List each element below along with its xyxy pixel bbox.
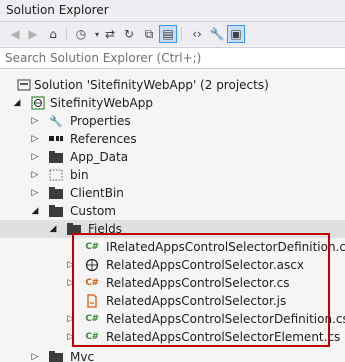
tree-row-file[interactable]: C# IRelatedAppsControlSelectorDefinition… bbox=[0, 238, 345, 256]
tree-item-label: Properties bbox=[70, 114, 131, 128]
csharp-file-icon: C# bbox=[85, 278, 99, 288]
folder-icon bbox=[48, 349, 64, 362]
show-all-files-icon[interactable]: ▤ bbox=[159, 25, 177, 43]
refresh-icon[interactable]: ↻ bbox=[120, 25, 138, 43]
csharp-file-icon: C# bbox=[85, 242, 99, 252]
tree-item-label: App_Data bbox=[70, 150, 129, 164]
tree-row-file[interactable]: ▷ C# RelatedAppsControlSelectorElement.c… bbox=[0, 328, 345, 346]
tree-row-app-data[interactable]: ▷ App_Data bbox=[0, 148, 345, 166]
tree-row-solution[interactable]: Solution 'SitefinityWebApp' (2 projects) bbox=[0, 76, 345, 94]
expand-arrow-icon[interactable]: ▷ bbox=[66, 313, 76, 325]
toolbar: ◀ ▶ ⌂ ◷ ▾ ⇄ ↻ ⧉ ▤ ‹› 🔧 ▣ bbox=[0, 22, 345, 46]
home-icon[interactable]: ⌂ bbox=[44, 25, 62, 43]
hidden-folder-icon bbox=[48, 167, 64, 183]
web-user-control-icon bbox=[84, 257, 100, 273]
expand-arrow-icon[interactable]: ▷ bbox=[30, 133, 40, 145]
expand-arrow-icon[interactable]: ▷ bbox=[66, 259, 76, 271]
tree-item-label: ClientBin bbox=[70, 186, 124, 200]
properties-wrench-icon[interactable]: 🔧 bbox=[208, 25, 226, 43]
tree-row-clientbin[interactable]: ▷ ClientBin bbox=[0, 184, 345, 202]
tree-row-file[interactable]: RelatedAppsControlSelector.js bbox=[0, 292, 345, 310]
collapse-arrow-icon[interactable]: ◢ bbox=[48, 223, 58, 235]
back-icon[interactable]: ◀ bbox=[6, 25, 24, 43]
expand-arrow-icon[interactable]: ▷ bbox=[66, 331, 76, 343]
tree-row-references[interactable]: ▷ References bbox=[0, 130, 345, 148]
tree-row-custom[interactable]: ◢ Custom bbox=[0, 202, 345, 220]
csharp-file-icon: C# bbox=[85, 332, 99, 342]
panel-title: Solution Explorer bbox=[6, 3, 109, 17]
expand-arrow-icon[interactable]: ▷ bbox=[30, 169, 40, 181]
web-project-icon bbox=[30, 95, 46, 111]
wrench-icon: 🔧 bbox=[49, 114, 63, 128]
view-code-icon[interactable]: ‹› bbox=[188, 25, 206, 43]
tree-row-project[interactable]: ◢ SitefinityWebApp bbox=[0, 94, 345, 112]
search-input[interactable] bbox=[5, 50, 335, 66]
sync-with-active-document-icon[interactable]: ⇄ bbox=[101, 25, 119, 43]
toolbar-separator bbox=[66, 27, 67, 41]
file-label: RelatedAppsControlSelector.js bbox=[106, 294, 287, 308]
project-label: SitefinityWebApp bbox=[50, 96, 153, 110]
tree-row-bin[interactable]: ▷ bin bbox=[0, 166, 345, 184]
panel-title-bar: Solution Explorer bbox=[0, 0, 345, 22]
expand-arrow-icon[interactable]: ▷ bbox=[30, 351, 40, 362]
tree-item-label: References bbox=[70, 132, 137, 146]
solution-icon bbox=[16, 77, 32, 93]
tree-item-label: Fields bbox=[88, 222, 122, 236]
references-icon bbox=[48, 131, 64, 147]
expand-arrow-icon[interactable]: ▷ bbox=[30, 115, 40, 127]
tree-row-file[interactable]: ▷ RelatedAppsControlSelector.ascx bbox=[0, 256, 345, 274]
tree-item-label: Custom bbox=[70, 204, 116, 218]
folder-open-icon bbox=[48, 203, 64, 219]
search-box bbox=[0, 47, 345, 69]
csharp-file-icon: C# bbox=[85, 314, 99, 324]
folder-open-icon bbox=[66, 221, 82, 237]
tree-row-properties[interactable]: ▷ 🔧 Properties bbox=[0, 112, 345, 130]
file-label: RelatedAppsControlSelector.ascx bbox=[106, 258, 304, 272]
tree-item-label: Mvc bbox=[70, 350, 95, 362]
file-label: RelatedAppsControlSelectorDefinition.cs bbox=[106, 312, 345, 326]
toolbar-separator bbox=[181, 27, 182, 41]
expand-arrow-icon[interactable]: ▷ bbox=[66, 277, 76, 289]
tree-row-file[interactable]: ▷ C# RelatedAppsControlSelector.cs bbox=[0, 274, 345, 292]
tree-row-file[interactable]: ▷ C# RelatedAppsControlSelectorDefinitio… bbox=[0, 310, 345, 328]
collapse-all-icon[interactable]: ⧉ bbox=[140, 25, 158, 43]
javascript-file-icon bbox=[84, 293, 100, 309]
solution-tree: Solution 'SitefinityWebApp' (2 projects)… bbox=[0, 70, 345, 362]
collapse-arrow-icon[interactable]: ◢ bbox=[30, 205, 40, 217]
solution-label: Solution 'SitefinityWebApp' (2 projects) bbox=[34, 78, 269, 92]
folder-icon bbox=[48, 185, 64, 201]
tree-row-mvc[interactable]: ▷ Mvc bbox=[0, 348, 345, 362]
preview-selected-items-icon[interactable]: ▣ bbox=[227, 25, 245, 43]
forward-icon[interactable]: ▶ bbox=[24, 25, 42, 43]
expand-arrow-icon[interactable]: ▷ bbox=[30, 187, 40, 199]
file-label: RelatedAppsControlSelector.cs bbox=[106, 276, 290, 290]
expand-arrow-icon[interactable]: ▷ bbox=[30, 151, 40, 163]
folder-icon bbox=[48, 149, 64, 165]
collapse-arrow-icon[interactable]: ◢ bbox=[12, 97, 22, 109]
tree-item-label: bin bbox=[70, 168, 89, 182]
tree-row-fields[interactable]: ◢ Fields bbox=[0, 220, 345, 238]
file-label: RelatedAppsControlSelectorElement.cs bbox=[106, 330, 341, 344]
file-label: IRelatedAppsControlSelectorDefinition.cs bbox=[106, 240, 345, 254]
